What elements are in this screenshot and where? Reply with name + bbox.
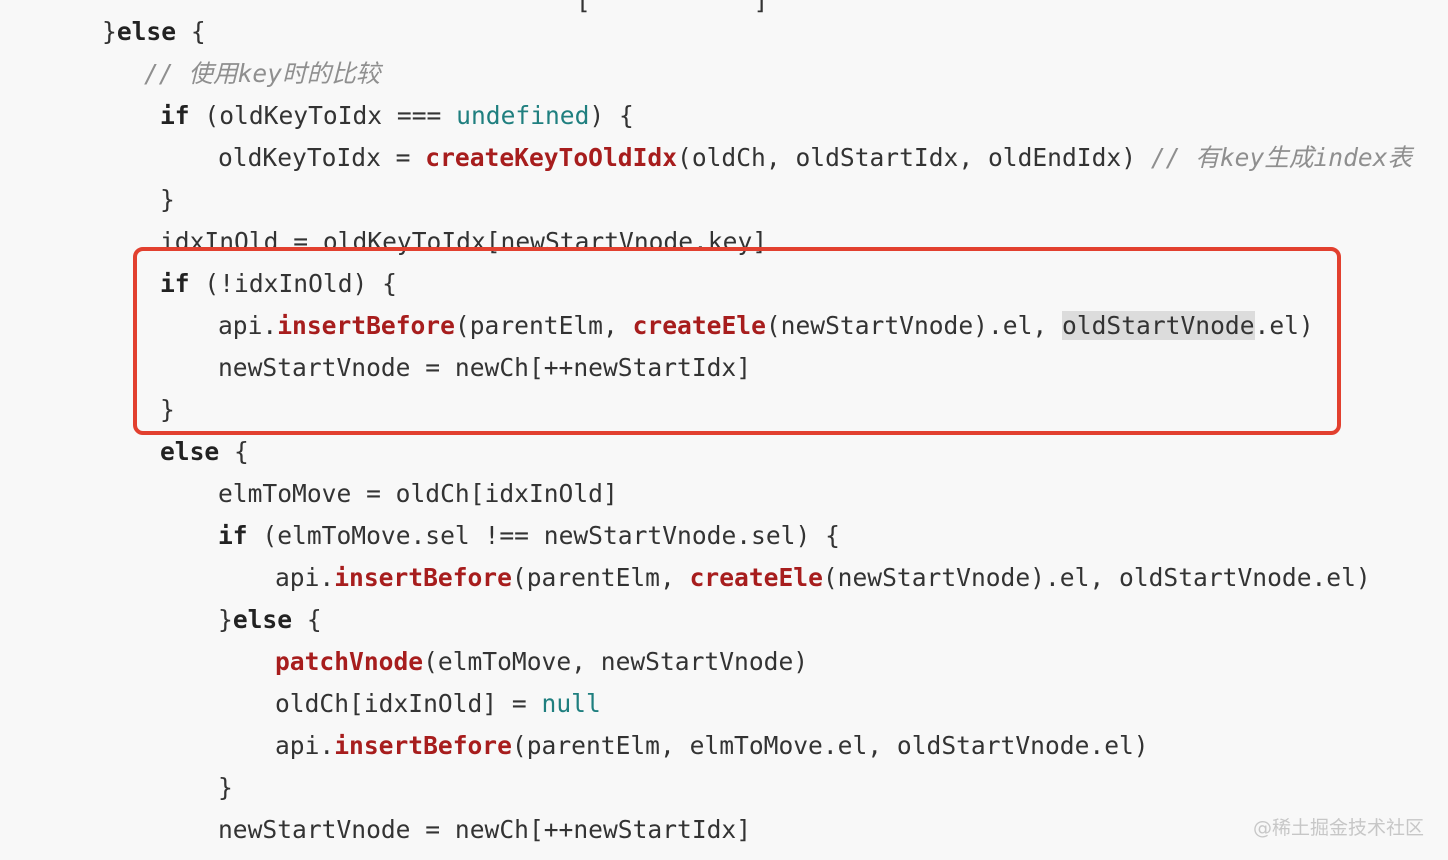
code-text: (parentElm, elmToMove.el, oldStartVnode.… <box>511 731 1149 760</box>
keyword-else: else <box>160 437 220 466</box>
function-createKeyToOldIdx: createKeyToOldIdx <box>425 143 678 172</box>
code-text: (oldKeyToIdx === <box>189 101 457 130</box>
function-patchVnode: patchVnode <box>275 647 424 676</box>
code-text: { <box>219 437 249 466</box>
code-line-close-brace: } <box>160 185 175 214</box>
code-text: (elmToMove.sel !== newStartVnode.sel) { <box>247 521 840 550</box>
code-comment-index-table: // 有key生成index表 <box>1150 143 1413 172</box>
code-text: api. <box>275 563 335 592</box>
code-comment-key-compare: // 使用key时的比较 <box>144 59 381 88</box>
highlight-box <box>133 247 1341 435</box>
code-line-if-sel: if (elmToMove.sel !== newStartVnode.sel)… <box>218 515 840 557</box>
code-line-elm-to-move: elmToMove = oldCh[idxInOld] <box>218 479 618 508</box>
code-line-if-undefined: if (oldKeyToIdx === undefined) { <box>160 95 634 137</box>
code-text: { <box>176 17 206 46</box>
code-line-insert-sel: api.insertBefore(parentElm, createEle(ne… <box>275 557 1371 599</box>
function-insertBefore: insertBefore <box>334 563 512 592</box>
literal-null: null <box>541 689 601 718</box>
code-text: (elmToMove, newStartVnode) <box>423 647 809 676</box>
brace: } <box>218 605 233 634</box>
function-insertBefore: insertBefore <box>334 731 512 760</box>
code-line-patch: patchVnode(elmToMove, newStartVnode) <box>275 641 808 683</box>
code-line-close-brace: } <box>218 773 233 802</box>
code-line-inner-else: }else { <box>218 599 322 641</box>
keyword-if: if <box>160 101 190 130</box>
code-text: oldKeyToIdx = <box>218 143 426 172</box>
code-text: ) { <box>589 101 634 130</box>
code-line-else-start: }else { <box>102 11 206 53</box>
code-text: api. <box>275 731 335 760</box>
code-text: { <box>292 605 322 634</box>
watermark: @稀土掘金技术社区 <box>1252 817 1424 839</box>
code-text: (newStartVnode).el, oldStartVnode.el) <box>822 563 1371 592</box>
keyword-else: else <box>232 605 293 634</box>
keyword-else: else <box>116 17 177 46</box>
brace: } <box>102 17 117 46</box>
code-line-advance: newStartVnode = newCh[++newStartIdx] <box>218 815 752 844</box>
code-line-insert-move: api.insertBefore(parentElm, elmToMove.el… <box>275 725 1149 767</box>
keyword-if: if <box>218 521 248 550</box>
code-line-else: else { <box>160 431 249 473</box>
code-text: (oldCh, oldStartIdx, oldEndIdx) <box>677 143 1151 172</box>
function-createEle: createEle <box>689 563 823 592</box>
code-line-null: oldCh[idxInOld] = null <box>275 683 601 725</box>
code-line-assign-map: oldKeyToIdx = createKeyToOldIdx(oldCh, o… <box>218 137 1412 179</box>
code-text: oldCh[idxInOld] = <box>275 689 542 718</box>
code-text: (parentElm, <box>511 563 690 592</box>
literal-undefined: undefined <box>456 101 590 130</box>
